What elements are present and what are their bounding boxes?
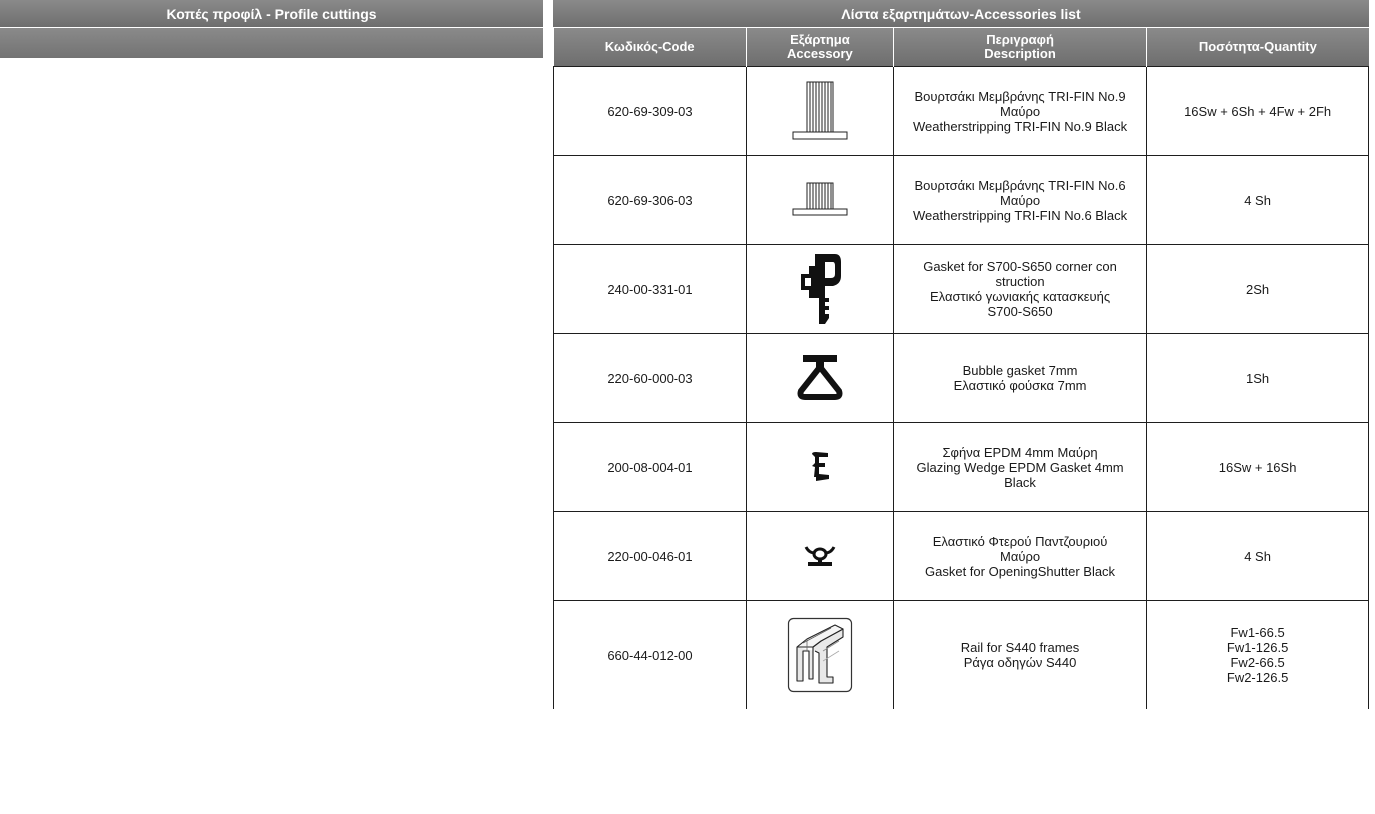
accessories-panel: Λίστα εξαρτημάτων-Accessories list Κωδικ… [553, 0, 1369, 709]
table-row: 200-08-004-01 Σφήνα EPDM 4mm Μαύρη Glazi… [553, 422, 1369, 512]
description-cell: Rail for S440 frames Ράγα οδηγών S440 [892, 600, 1148, 709]
description-cell: Σφήνα EPDM 4mm Μαύρη Glazing Wedge EPDM … [892, 422, 1148, 512]
corner-gasket-icon [800, 254, 841, 324]
accessories-table: Κωδικός-Code Εξάρτημα Accessory Περιγραφ… [553, 28, 1369, 709]
table-row: 660-44-012-00 Rail for S440 frames Ράγα … [553, 600, 1369, 709]
accessory-cell [745, 422, 894, 512]
accessory-cell [745, 511, 894, 601]
code-cell: 200-08-004-01 [553, 422, 747, 512]
code-column-header: Κωδικός-Code [553, 28, 747, 67]
rail-profile-icon [787, 617, 853, 693]
quantity-cell: 4 Sh [1146, 155, 1369, 245]
description-cell: Gasket for S700-S650 corner con structio… [892, 244, 1148, 334]
code-cell: 240-00-331-01 [553, 244, 747, 334]
description-column-header: Περιγραφή Description [893, 28, 1148, 67]
code-cell: 620-69-306-03 [553, 155, 747, 245]
accessory-cell [745, 244, 894, 334]
brush-seal-tall-icon [792, 81, 848, 140]
accessory-cell [745, 66, 894, 156]
code-cell: 220-00-046-01 [553, 511, 747, 601]
description-cell: Ελαστικό Φτερού Παντζουριού Μαύρο Gasket… [892, 511, 1148, 601]
quantity-cell: 16Sw + 16Sh [1146, 422, 1369, 512]
accessory-column-header: Εξάρτημα Accessory [746, 28, 894, 67]
quantity-column-header: Ποσότητα-Quantity [1146, 28, 1369, 67]
quantity-cell: Fw1-66.5 Fw1-126.5 Fw2-66.5 Fw2-126.5 [1146, 600, 1369, 709]
description-cell: Βουρτσάκι Μεμβράνης TRI-FIN No.6 Μαύρο W… [892, 155, 1148, 245]
code-cell: 660-44-012-00 [553, 600, 747, 709]
glazing-wedge-icon [811, 452, 829, 481]
quantity-cell: 4 Sh [1146, 511, 1369, 601]
profile-cuttings-panel: Κοπές προφίλ - Profile cuttings [0, 0, 543, 58]
table-row: 620-69-306-03 Βουρτσάκι Μεμβράνης TRI-FI… [553, 155, 1369, 245]
quantity-cell: 1Sh [1146, 333, 1369, 423]
shutter-gasket-icon [804, 546, 836, 566]
table-header-row: Κωδικός-Code Εξάρτημα Accessory Περιγραφ… [553, 28, 1369, 67]
bubble-gasket-icon [797, 355, 843, 400]
code-cell: 220-60-000-03 [553, 333, 747, 423]
quantity-cell: 2Sh [1146, 244, 1369, 334]
code-cell: 620-69-309-03 [553, 66, 747, 156]
table-row: 240-00-331-01 Gasket for S700-S650 corne… [553, 244, 1369, 334]
profile-cuttings-title: Κοπές προφίλ - Profile cuttings [0, 0, 543, 28]
profile-cuttings-subheader [0, 28, 543, 58]
accessory-cell [745, 600, 894, 709]
description-cell: Βουρτσάκι Μεμβράνης TRI-FIN No.9 Μαύρο W… [892, 66, 1148, 156]
accessory-cell [745, 155, 894, 245]
table-row: 620-69-309-03 Βουρτσάκι Μεμβράνης TRI-FI… [553, 66, 1369, 156]
table-row: 220-60-000-03 Bubble gasket 7mm Ελαστικό… [553, 333, 1369, 423]
brush-seal-short-icon [792, 182, 848, 216]
description-cell: Bubble gasket 7mm Ελαστικό φούσκα 7mm [892, 333, 1148, 423]
quantity-cell: 16Sw + 6Sh + 4Fw + 2Fh [1146, 66, 1369, 156]
accessory-cell [745, 333, 894, 423]
table-row: 220-00-046-01 Ελαστικό Φτερού Παντζουριο [553, 511, 1369, 601]
accessories-title: Λίστα εξαρτημάτων-Accessories list [553, 0, 1369, 28]
